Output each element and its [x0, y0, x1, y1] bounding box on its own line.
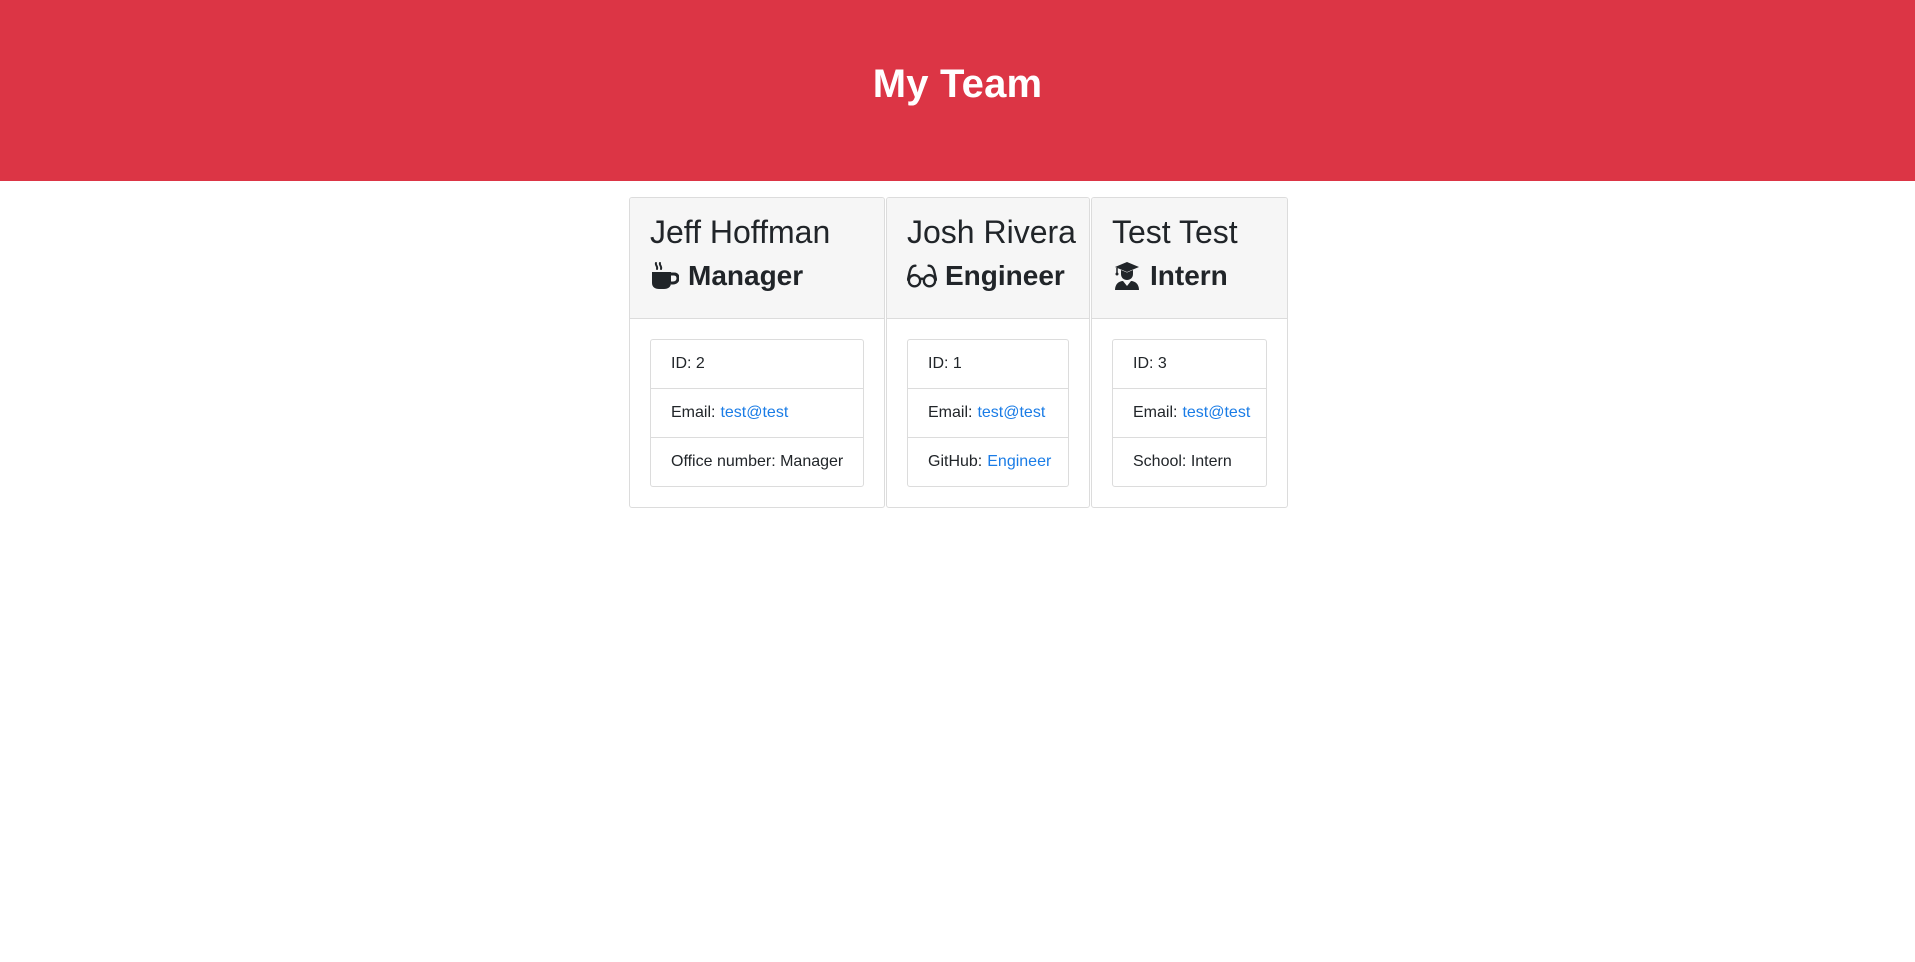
details-list: ID: 3 Email: test@test School: Intern — [1112, 339, 1267, 487]
office-number-text: Office number: Manager — [671, 453, 844, 470]
employee-card-manager: Jeff Hoffman Manager ID: 2 Email: test@t… — [629, 197, 885, 508]
card-body: ID: 2 Email: test@test Office number: Ma… — [630, 319, 884, 507]
email-link[interactable]: test@test — [720, 404, 788, 422]
employee-name: Test Test — [1112, 214, 1238, 250]
coffee-mug-icon — [650, 261, 680, 291]
employee-role-label: Manager — [688, 260, 804, 291]
page-title: My Team — [872, 62, 1043, 106]
employee-role: Manager — [650, 258, 864, 294]
employee-name: Jeff Hoffman — [650, 214, 831, 250]
details-list: ID: 1 Email: test@test GitHub: Engineer — [907, 339, 1069, 487]
employee-name: Josh Rivera — [907, 214, 1076, 250]
card-header: Test Test Intern — [1092, 198, 1287, 319]
email-label: Email: — [1133, 404, 1178, 421]
email-link[interactable]: test@test — [1182, 404, 1250, 422]
email-label: Email: — [928, 404, 973, 421]
glasses-icon — [907, 261, 937, 291]
card-body: ID: 1 Email: test@test GitHub: Engineer — [887, 319, 1089, 507]
id-text: ID: 2 — [671, 355, 705, 372]
github-label: GitHub: — [928, 453, 983, 470]
id-text: ID: 3 — [1133, 355, 1167, 372]
id-row: ID: 2 — [651, 340, 863, 389]
email-row: Email: test@test — [651, 389, 863, 438]
employee-role: Intern — [1112, 258, 1267, 294]
id-row: ID: 1 — [908, 340, 1068, 389]
card-header: Jeff Hoffman Manager — [630, 198, 884, 319]
graduate-icon — [1112, 261, 1142, 291]
github-link[interactable]: Engineer — [987, 453, 1051, 471]
employee-card-intern: Test Test Intern ID: 3 Email: test@test … — [1091, 197, 1288, 508]
email-row: Email: test@test — [1113, 389, 1266, 438]
team-cards: Jeff Hoffman Manager ID: 2 Email: test@t… — [629, 197, 1289, 508]
email-row: Email: test@test — [908, 389, 1068, 438]
email-link[interactable]: test@test — [977, 404, 1045, 422]
employee-role: Engineer — [907, 258, 1069, 294]
details-list: ID: 2 Email: test@test Office number: Ma… — [650, 339, 864, 487]
employee-role-label: Engineer — [945, 260, 1065, 291]
employee-card-engineer: Josh Rivera Engineer ID: 1 Email: test@t… — [886, 197, 1090, 508]
id-text: ID: 1 — [928, 355, 962, 372]
id-row: ID: 3 — [1113, 340, 1266, 389]
office-number-row: Office number: Manager — [651, 438, 863, 486]
github-row: GitHub: Engineer — [908, 438, 1068, 486]
employee-role-label: Intern — [1150, 260, 1228, 291]
card-body: ID: 3 Email: test@test School: Intern — [1092, 319, 1287, 507]
card-header: Josh Rivera Engineer — [887, 198, 1089, 319]
school-text: School: Intern — [1133, 453, 1232, 470]
email-label: Email: — [671, 404, 716, 421]
page-header: My Team — [0, 0, 1915, 181]
school-row: School: Intern — [1113, 438, 1266, 486]
